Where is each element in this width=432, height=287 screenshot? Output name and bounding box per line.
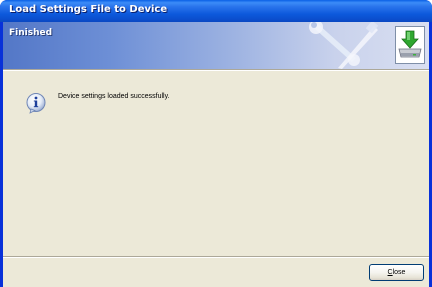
title-bar[interactable]: Load Settings File to Device xyxy=(0,0,432,22)
close-button-label: lose xyxy=(392,269,406,276)
install-download-icon xyxy=(395,26,425,64)
dialog-client-area: Finished Device settings loaded successf… xyxy=(3,22,429,287)
wizard-header: Finished xyxy=(3,22,429,69)
dialog-window: Load Settings File to Device Finished De… xyxy=(0,0,432,287)
status-message: Device settings loaded successfully. xyxy=(58,93,170,100)
close-button[interactable]: Close xyxy=(369,264,424,281)
tools-icon xyxy=(309,22,379,69)
page-title: Finished xyxy=(9,28,53,38)
window-title: Load Settings File to Device xyxy=(9,4,168,15)
header-divider-highlight xyxy=(3,70,429,71)
footer-divider-highlight xyxy=(3,257,429,258)
info-icon xyxy=(26,93,46,114)
